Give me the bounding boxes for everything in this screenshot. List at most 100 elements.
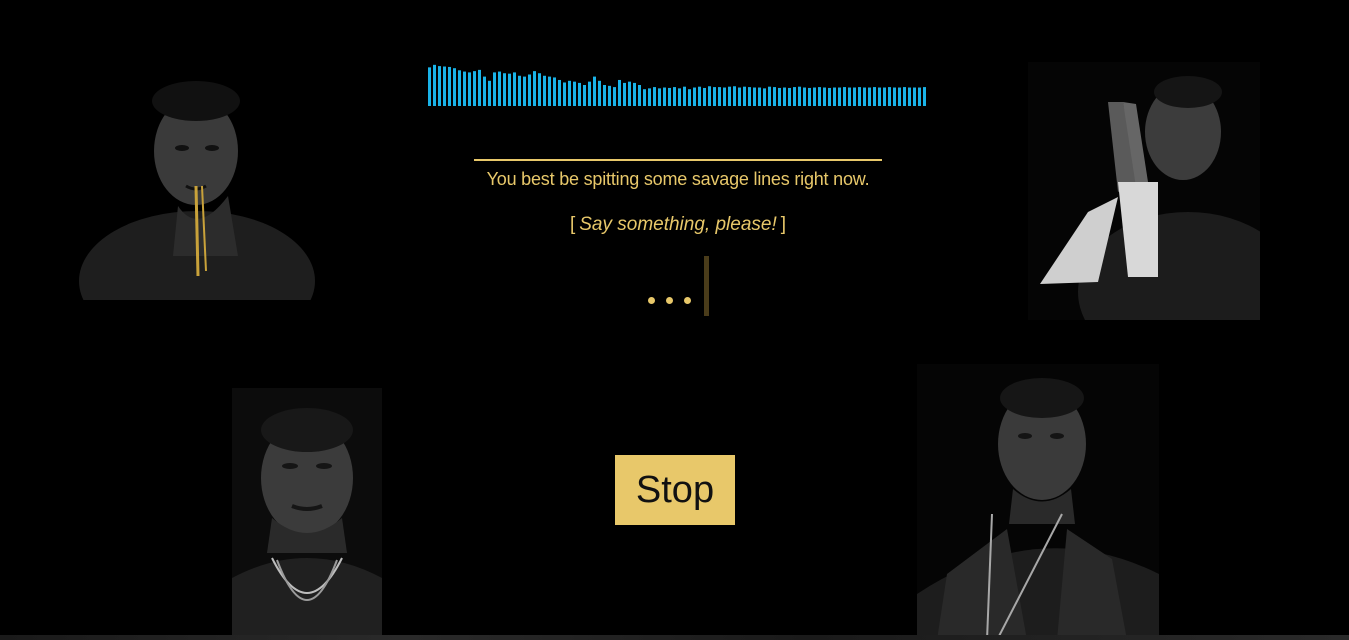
waveform-bar bbox=[633, 82, 636, 106]
waveform-bar bbox=[673, 87, 676, 106]
stop-button[interactable]: Stop bbox=[615, 455, 735, 525]
waveform-bar bbox=[808, 87, 811, 106]
waveform-bar bbox=[898, 87, 901, 106]
waveform-bar bbox=[518, 75, 521, 106]
waveform-bar bbox=[868, 87, 871, 106]
waveform-bar bbox=[758, 87, 761, 106]
waveform-bar bbox=[683, 86, 686, 106]
bottom-edge bbox=[0, 635, 1349, 640]
waveform-bar bbox=[713, 87, 716, 106]
waveform-bar bbox=[718, 87, 721, 106]
waveform-bar bbox=[478, 69, 481, 106]
waveform-bar bbox=[503, 73, 506, 106]
waveform-bar bbox=[578, 82, 581, 106]
waveform-bar bbox=[688, 89, 691, 106]
waveform-bar bbox=[598, 80, 601, 106]
portrait-bottom-left bbox=[232, 388, 382, 640]
waveform-bar bbox=[903, 87, 906, 106]
waveform-bar bbox=[548, 76, 551, 106]
waveform-bar bbox=[543, 75, 546, 106]
waveform-bar bbox=[763, 88, 766, 106]
waveform-bar bbox=[553, 77, 556, 106]
waveform-bar bbox=[858, 87, 861, 106]
portrait-bottom-right bbox=[917, 364, 1159, 640]
waveform-bar bbox=[823, 87, 826, 106]
waveform-bar bbox=[623, 82, 626, 106]
waveform-bar bbox=[463, 71, 466, 106]
waveform-bar bbox=[438, 66, 441, 106]
waveform-bar bbox=[458, 70, 461, 106]
waveform-bar bbox=[428, 67, 431, 106]
hint-text: Say something, please! bbox=[579, 214, 777, 235]
audio-waveform bbox=[428, 64, 926, 106]
waveform-bar bbox=[778, 87, 781, 106]
waveform-bar bbox=[888, 87, 891, 106]
waveform-bar bbox=[828, 87, 831, 106]
waveform-bar bbox=[733, 86, 736, 106]
waveform-bar bbox=[523, 76, 526, 106]
prompt-text: You best be spitting some savage lines r… bbox=[486, 169, 870, 189]
waveform-bar bbox=[668, 87, 671, 106]
waveform-bar bbox=[433, 64, 436, 106]
waveform-bar bbox=[538, 73, 541, 106]
waveform-bar bbox=[583, 85, 586, 106]
waveform-bar bbox=[493, 72, 496, 106]
waveform-bar bbox=[448, 66, 451, 106]
waveform-bar bbox=[593, 76, 596, 106]
portrait-image bbox=[1028, 62, 1260, 320]
waveform-bar bbox=[663, 87, 666, 106]
waveform-bar bbox=[793, 87, 796, 106]
waveform-bar bbox=[483, 76, 486, 106]
waveform-bar bbox=[618, 79, 621, 106]
transcript-hint: [Say something, please!] bbox=[474, 214, 882, 236]
input-cursor bbox=[704, 256, 709, 316]
waveform-bar bbox=[783, 87, 786, 106]
waveform-bar bbox=[843, 87, 846, 106]
portrait-top-left bbox=[78, 56, 316, 300]
waveform-bar bbox=[838, 87, 841, 106]
waveform-bar bbox=[773, 87, 776, 106]
waveform-bar bbox=[638, 85, 641, 106]
dot bbox=[648, 297, 655, 304]
close-bracket: ] bbox=[780, 214, 787, 235]
waveform-bar bbox=[568, 80, 571, 106]
waveform-bar bbox=[813, 87, 816, 106]
waveform-bar bbox=[613, 87, 616, 106]
waveform-bar bbox=[498, 71, 501, 106]
portrait-image bbox=[232, 388, 382, 640]
waveform-bar bbox=[913, 87, 916, 106]
waveform-bar bbox=[513, 72, 516, 106]
waveform-bar bbox=[738, 87, 741, 106]
waveform-bar bbox=[818, 87, 821, 106]
waveform-bar bbox=[918, 87, 921, 106]
waveform-bar bbox=[643, 89, 646, 106]
dot bbox=[666, 297, 673, 304]
waveform-bar bbox=[648, 88, 651, 106]
dot bbox=[684, 297, 691, 304]
waveform-bar bbox=[488, 80, 491, 106]
waveform-bar bbox=[468, 72, 471, 106]
waveform-bar bbox=[653, 87, 656, 106]
waveform-bar bbox=[453, 68, 456, 106]
waveform-bar bbox=[508, 73, 511, 106]
waveform-bar bbox=[803, 87, 806, 106]
waveform-bar bbox=[883, 87, 886, 106]
waveform-bar bbox=[558, 79, 561, 106]
waveform-bar bbox=[473, 71, 476, 106]
waveform-bar bbox=[893, 87, 896, 106]
waveform-bar bbox=[723, 87, 726, 106]
waveform-bar bbox=[788, 87, 791, 106]
prompt-divider bbox=[474, 159, 882, 161]
waveform-bar bbox=[603, 85, 606, 106]
waveform-bar bbox=[753, 87, 756, 106]
waveform-bar bbox=[528, 74, 531, 106]
waveform-bar bbox=[863, 87, 866, 106]
waveform-bar bbox=[743, 86, 746, 106]
portrait-top-right bbox=[1028, 62, 1260, 320]
waveform-bar bbox=[698, 86, 701, 106]
waveform-bar bbox=[878, 87, 881, 106]
portrait-image bbox=[78, 56, 316, 300]
waveform-bar bbox=[708, 86, 711, 106]
waveform-bar bbox=[678, 88, 681, 106]
waveform-bar bbox=[848, 87, 851, 106]
